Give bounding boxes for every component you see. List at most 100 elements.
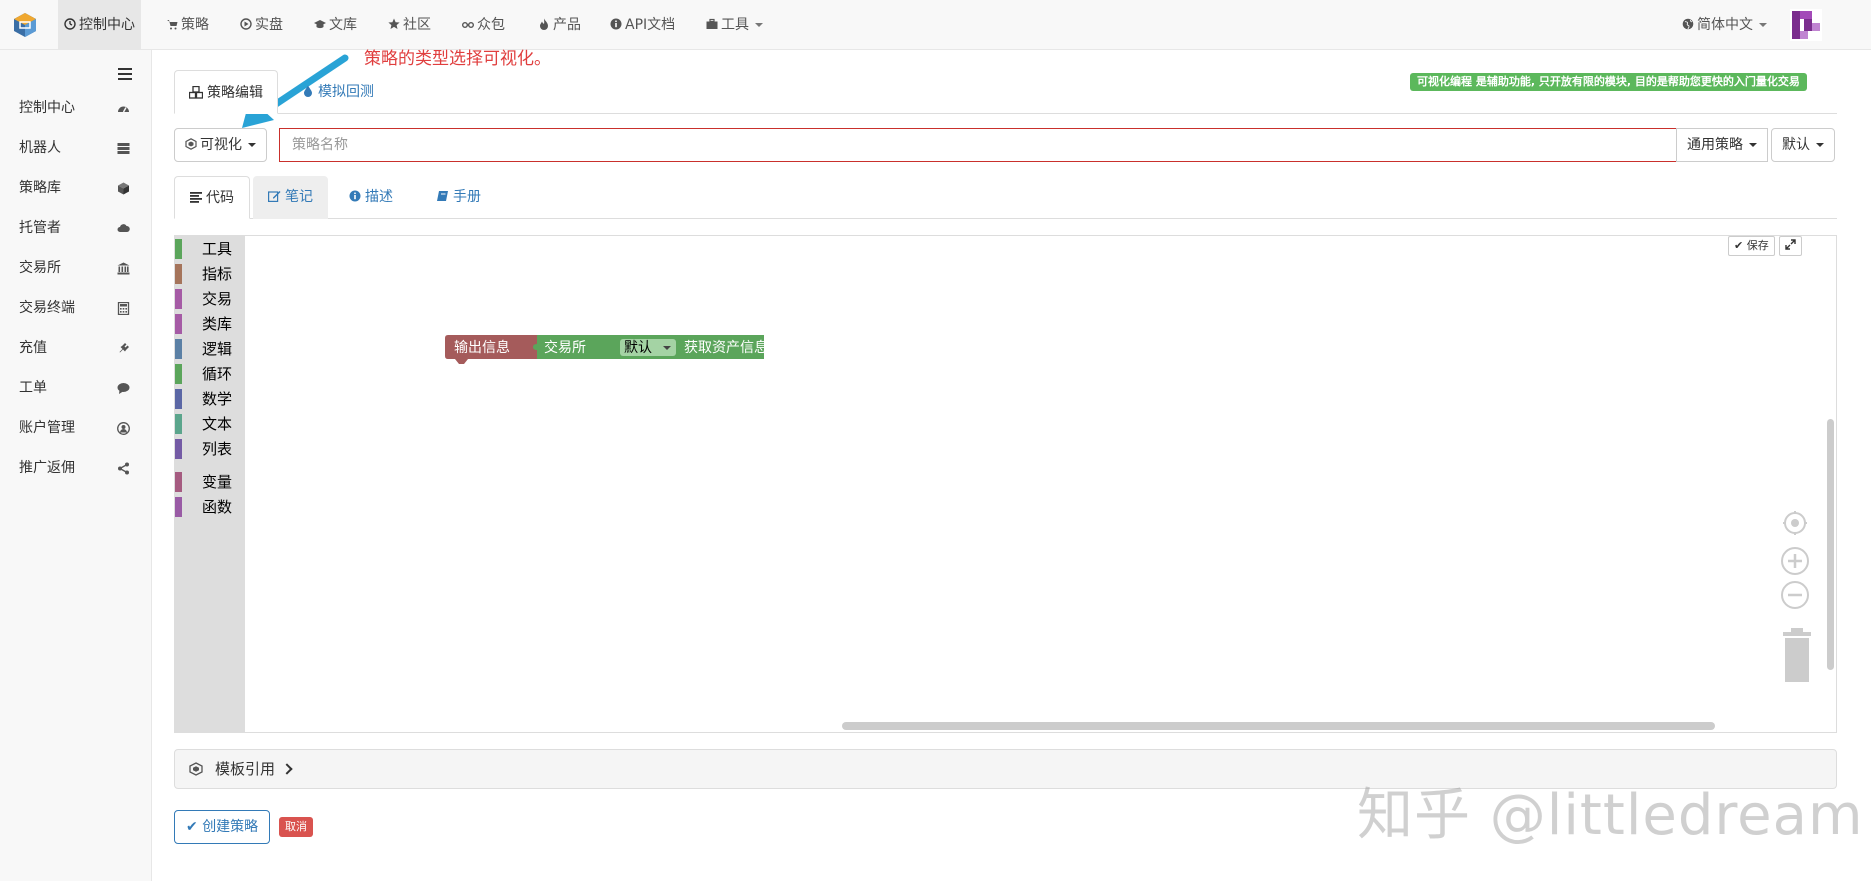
category-swatch [175, 239, 182, 259]
nav-api-docs[interactable]: API文档 [604, 0, 681, 50]
nav-live[interactable]: 实盘 [234, 0, 289, 50]
category-label: 类库 [202, 315, 233, 333]
sidebar-item-account[interactable]: 账户管理 [0, 408, 152, 448]
default-dropdown[interactable]: 默认 [1771, 128, 1835, 162]
toolbox-category-indicators[interactable]: 指标 [175, 263, 245, 285]
tab-backtest[interactable]: 模拟回测 [288, 70, 388, 114]
sidebar-item-label: 机器人 [19, 140, 61, 156]
strategy-type-dropdown[interactable]: 可视化 [174, 128, 267, 162]
info-icon [610, 18, 622, 30]
cancel-button[interactable]: 取消 [279, 817, 313, 837]
chevron-right-icon [281, 763, 293, 775]
sidebar-item-dashboard[interactable]: 控制中心 [0, 88, 152, 128]
sidebar: 控制中心 机器人 策略库 托管者 交易所 交易终端 充值 工单 账户管理 推广返… [0, 50, 152, 881]
tab-label: 策略编辑 [207, 85, 263, 101]
vertical-scrollbar[interactable] [1827, 419, 1834, 670]
exchange-dropdown-value: 默认 [624, 340, 652, 356]
create-strategy-button[interactable]: ✔ 创建策略 [174, 810, 271, 844]
nav-label: 社区 [403, 17, 431, 33]
cloud-icon [117, 224, 130, 232]
trash-icon[interactable] [1783, 628, 1811, 682]
nav-tools[interactable]: 工具 [700, 0, 769, 50]
category-label: 文本 [202, 415, 233, 433]
avatar[interactable] [1790, 9, 1822, 41]
blockly-workspace[interactable]: 工具 指标 交易 类库 逻辑 循环 数学 文本 列表 变量 函数 输出信息 交易… [174, 235, 1837, 733]
visual-notice-badge: 可视化编程 是辅助功能, 只开放有限的模块, 目的是帮助您更快的入门量化交易 [1410, 73, 1807, 91]
nav-products[interactable]: 产品 [532, 0, 587, 50]
nav-strategy[interactable]: 策略 [160, 0, 215, 50]
chevron-down-icon [1749, 143, 1757, 147]
horizontal-scrollbar[interactable] [842, 722, 1715, 730]
strategy-category-dropdown[interactable]: 通用策略 [1676, 128, 1768, 162]
category-label: 逻辑 [202, 340, 233, 358]
fullscreen-button[interactable] [1779, 236, 1802, 256]
sidebar-item-strategy-library[interactable]: 策略库 [0, 168, 152, 208]
hamburger-menu-icon[interactable] [118, 68, 132, 80]
bank-icon [117, 262, 130, 275]
tab-label: 手册 [453, 189, 481, 205]
save-button[interactable]: ✔ 保存 [1728, 236, 1775, 256]
nav-community[interactable]: 社区 [382, 0, 437, 50]
logo-icon[interactable] [12, 12, 38, 38]
category-swatch [175, 439, 182, 459]
toolbox-category-trade[interactable]: 交易 [175, 288, 245, 310]
user-circle-icon [117, 422, 130, 435]
tab-label: 描述 [365, 189, 393, 205]
sidebar-item-exchange[interactable]: 交易所 [0, 248, 152, 288]
star-icon [388, 18, 400, 29]
tab-label: 笔记 [285, 189, 313, 205]
tab-notes[interactable]: 笔记 [253, 176, 328, 219]
toolbox-category-logic[interactable]: 逻辑 [175, 338, 245, 360]
sidebar-item-label: 充值 [19, 340, 47, 356]
category-swatch [175, 289, 182, 309]
toolbox-category-lists[interactable]: 列表 [175, 438, 245, 460]
nav-label: 工具 [721, 17, 749, 33]
tint-icon [304, 85, 312, 97]
sidebar-item-referral[interactable]: 推广返佣 [0, 448, 152, 488]
category-swatch [175, 497, 182, 517]
toolbox-category-functions[interactable]: 函数 [175, 496, 245, 518]
tab-code[interactable]: 代码 [174, 176, 250, 219]
sidebar-item-tickets[interactable]: 工单 [0, 368, 152, 408]
chevron-down-icon [1759, 23, 1767, 27]
tab-strategy-editor[interactable]: 策略编辑 [174, 70, 278, 114]
strategy-type-label: 可视化 [200, 137, 242, 153]
language-select[interactable]: 简体中文 [1676, 0, 1773, 50]
nav-label: 文库 [329, 17, 357, 33]
zoom-out-icon[interactable] [1781, 581, 1809, 609]
expand-icon [1785, 239, 1796, 250]
sidebar-item-label: 交易终端 [19, 300, 75, 316]
recenter-icon[interactable] [1783, 511, 1807, 535]
template-reference-label: 模板引用 [215, 760, 276, 778]
toolbox-category-math[interactable]: 数学 [175, 388, 245, 410]
nav-library[interactable]: 文库 [308, 0, 363, 50]
play-circle-icon [240, 18, 252, 30]
category-swatch [175, 472, 182, 492]
sidebar-item-custodian[interactable]: 托管者 [0, 208, 152, 248]
toolbox-category-tools[interactable]: 工具 [175, 238, 245, 260]
tab-description[interactable]: 描述 [334, 176, 408, 219]
nav-crowdsource[interactable]: 众包 [456, 0, 511, 50]
nav-label: 实盘 [255, 17, 283, 33]
nav-dashboard[interactable]: 控制中心 [58, 0, 141, 50]
dashboard-icon [64, 18, 76, 30]
toolbox-category-variables[interactable]: 变量 [175, 471, 245, 493]
sidebar-item-trading-terminal[interactable]: 交易终端 [0, 288, 152, 328]
chevron-down-icon [248, 143, 256, 147]
strategy-name-input[interactable] [279, 128, 1677, 162]
block-stack[interactable]: 输出信息 交易所 默认 获取资产信息 [444, 334, 764, 370]
language-label: 简体中文 [1697, 17, 1753, 33]
sidebar-item-robots[interactable]: 机器人 [0, 128, 152, 168]
toolbox-category-text[interactable]: 文本 [175, 413, 245, 435]
info-circle-icon [349, 190, 361, 202]
tab-manual[interactable]: 手册 [422, 176, 496, 219]
category-label: 列表 [202, 440, 233, 458]
zoom-in-icon[interactable] [1781, 547, 1809, 575]
sidebar-item-label: 托管者 [19, 220, 61, 236]
category-swatch [175, 364, 182, 384]
exchange-block-label: 交易所 [544, 339, 586, 356]
check-icon: ✔ [1734, 239, 1744, 252]
toolbox-category-loops[interactable]: 循环 [175, 363, 245, 385]
sidebar-item-recharge[interactable]: 充值 [0, 328, 152, 368]
toolbox-category-library[interactable]: 类库 [175, 313, 245, 335]
